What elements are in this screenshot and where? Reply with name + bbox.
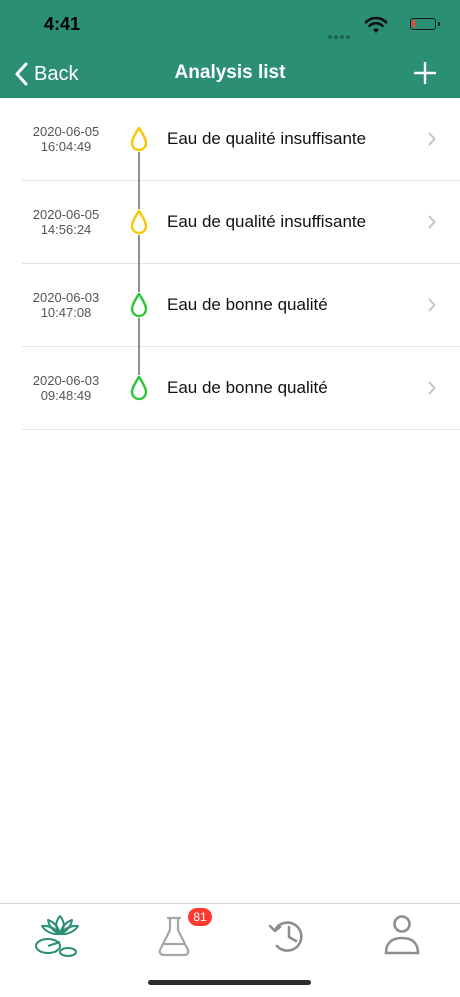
analysis-datetime: 2020-06-05 16:04:49 — [22, 124, 110, 154]
tab-profile[interactable] — [372, 910, 432, 960]
analysis-result-label: Eau de qualité insuffisante — [167, 212, 367, 231]
list-item[interactable]: 2020-06-03 10:47:08 Eau de bonne qualité — [22, 264, 460, 347]
analysis-date: 2020-06-05 — [32, 207, 100, 222]
home-indicator — [148, 980, 311, 985]
analysis-datetime: 2020-06-03 09:48:49 — [22, 373, 110, 403]
list-item[interactable]: 2020-06-05 14:56:24 Eau de qualité insuffi… — [22, 181, 460, 264]
plus-icon[interactable] — [414, 62, 436, 84]
chevron-right-icon — [428, 298, 436, 312]
tab-history[interactable] — [258, 910, 318, 960]
analysis-time: 16:04:49 — [40, 139, 92, 154]
chevron-right-icon — [428, 215, 436, 229]
profile-icon — [384, 915, 420, 955]
analysis-result-label: Eau de qualité insuffisante — [167, 129, 367, 148]
analysis-date: 2020-06-05 — [32, 124, 100, 139]
analysis-time: 10:47:08 — [40, 305, 92, 320]
page-title: Analysis list — [174, 62, 286, 83]
signal-icon — [328, 26, 352, 39]
list-item[interactable]: 2020-06-05 16:04:49 Eau de qualité insuffi… — [22, 98, 460, 181]
battery-icon — [410, 18, 440, 30]
chevron-right-icon — [428, 132, 436, 146]
analysis-time: 09:48:49 — [40, 388, 92, 403]
water-drop-icon — [130, 375, 148, 401]
analysis-result-label: Eau de bonne qualité — [167, 295, 328, 314]
lotus-icon — [35, 915, 79, 957]
timeline-connector — [138, 264, 140, 292]
analysis-result-label: Eau de bonne qualité — [167, 378, 328, 397]
wifi-icon — [364, 16, 388, 33]
analysis-datetime: 2020-06-05 14:56:24 — [22, 207, 110, 237]
water-drop-icon — [130, 126, 148, 152]
analysis-time: 14:56:24 — [40, 222, 92, 237]
timeline-connector — [138, 181, 140, 209]
chevron-right-icon — [428, 381, 436, 395]
notification-badge: 81 — [188, 908, 212, 926]
analysis-datetime: 2020-06-03 10:47:08 — [22, 290, 110, 320]
analysis-list: 2020-06-05 16:04:49 Eau de qualité insuffi… — [22, 98, 460, 430]
water-drop-icon — [130, 209, 148, 235]
app-header: 4:41 Back Analysis list — [0, 0, 460, 98]
water-drop-icon — [130, 292, 148, 318]
timeline-connector — [138, 347, 140, 375]
analysis-date: 2020-06-03 — [32, 290, 100, 305]
timeline-connector — [138, 318, 140, 347]
status-icons — [316, 14, 440, 39]
timeline-connector — [138, 152, 140, 181]
list-item[interactable]: 2020-06-03 09:48:49 Eau de bonne qualité — [22, 347, 460, 430]
history-icon — [268, 921, 303, 952]
analysis-date: 2020-06-03 — [32, 373, 100, 388]
timeline-connector — [138, 235, 140, 264]
tab-home[interactable] — [30, 910, 90, 960]
status-time: 4:41 — [44, 14, 81, 34]
